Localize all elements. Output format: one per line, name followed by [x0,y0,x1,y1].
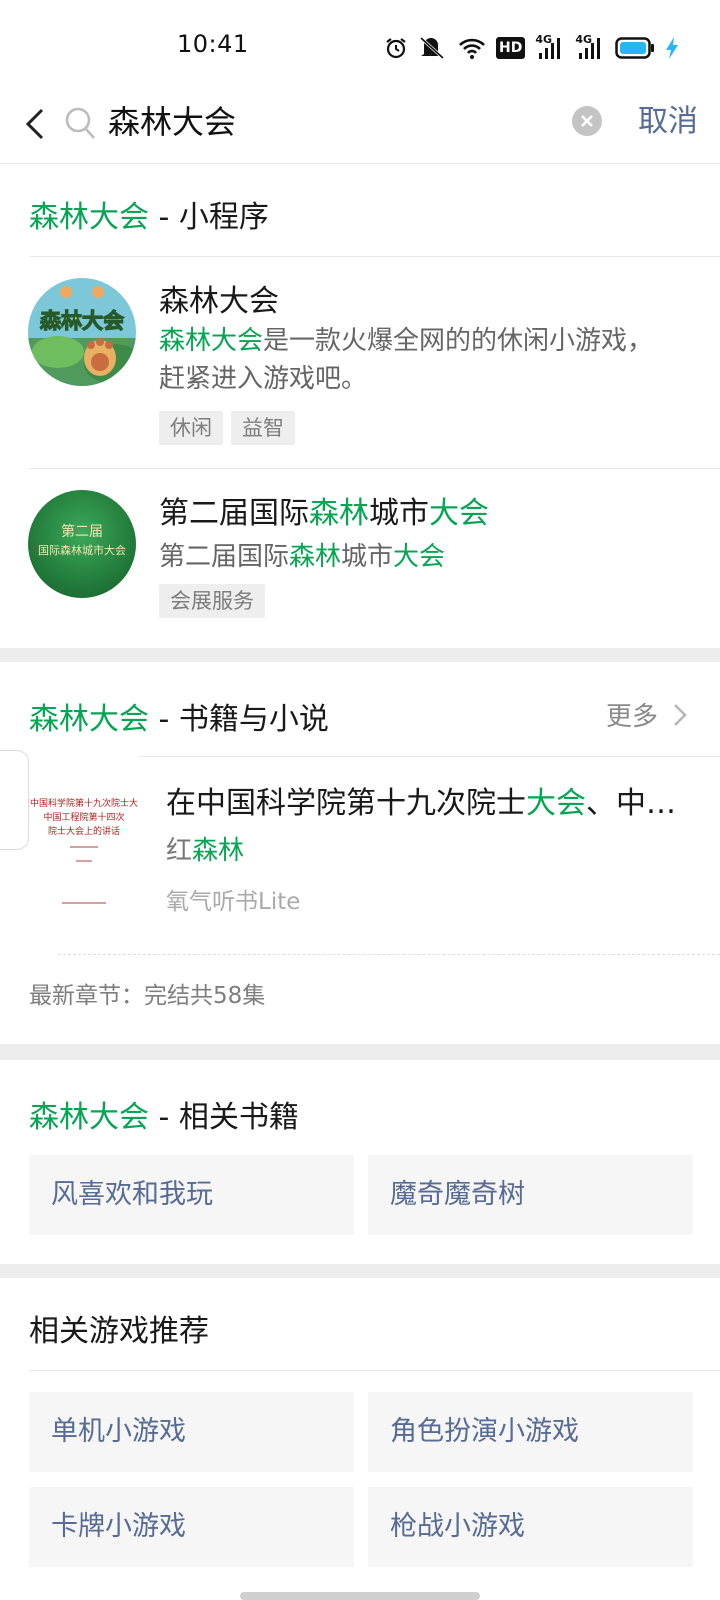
cancel-button[interactable]: 取消 [638,100,698,144]
mini-program-icon: 第二届 国际森林城市大会 [28,490,136,598]
home-indicator[interactable] [240,1592,480,1600]
wifi-icon [459,38,485,59]
tag: 益智 [231,411,295,445]
svg-text:在中国科学院第十九次院士大会: 在中国科学院第十九次院士大会 [21,797,138,809]
section-divider [0,1264,720,1278]
book-source: 氧气听书Lite [166,889,301,915]
more-link[interactable]: 更多 [606,696,658,733]
mute-icon [419,36,445,60]
signal-4g-icon: 4G [535,33,565,61]
books-section-title: 森林大会 - 书籍与小说 [29,702,329,737]
mini-program-desc: 第二届国际森林城市大会 [159,542,446,572]
related-game-button[interactable]: 单机小游戏 [29,1392,354,1472]
related-games-section-title: 相关游戏推荐 [29,1314,209,1349]
svg-text:国际森林城市大会: 国际森林城市大会 [38,543,126,557]
divider [29,468,720,469]
chevron-right-icon[interactable] [672,702,688,728]
mini-program-icon: 森林大会 [28,278,136,386]
status-time: 10:41 [177,30,249,58]
search-bar: 森林大会 取消 [0,96,720,164]
search-icon [65,107,95,139]
latest-chapter: 最新章节：完结共58集 [29,983,266,1009]
svg-text:中国工程院第十四次: 中国工程院第十四次 [43,811,124,823]
mini-program-name: 第二届国际森林城市大会 [159,496,489,531]
status-icons: HD 4G 4G [384,33,689,62]
book-title: 在中国科学院第十九次院士大会、中国工程院第十四次院士大会上的讲话 [166,786,686,821]
related-game-button[interactable]: 枪战小游戏 [368,1487,693,1567]
related-game-button[interactable]: 卡牌小游戏 [29,1487,354,1567]
related-books-section-title: 森林大会 - 相关书籍 [29,1100,299,1135]
mini-program-name: 森林大会 [159,284,279,319]
book-author: 红森林 [166,836,245,866]
search-input[interactable]: 森林大会 [108,100,236,144]
mini-program-desc: 森林大会是一款火爆全网的的休闲小游戏，赶紧进入游戏吧。 [159,326,654,394]
divider [0,163,720,164]
svg-text:第二届: 第二届 [61,523,103,540]
hd-icon: HD [496,37,526,59]
signal-4g-icon: 4G [575,33,605,61]
back-arrow-icon[interactable] [22,104,52,144]
mini-program-section-title: 森林大会 - 小程序 [29,200,269,235]
status-bar: 10:41 HD 4G 4G [0,0,720,96]
related-book-button[interactable]: 魔奇魔奇树 [368,1155,693,1235]
charging-icon [666,37,679,59]
divider [58,954,720,955]
svg-text:森林大会: 森林大会 [40,309,124,333]
clear-search-button[interactable] [572,106,602,136]
divider [29,256,720,257]
tag: 会展服务 [159,584,265,618]
alarm-icon [386,38,406,59]
divider [29,1370,720,1371]
related-book-button[interactable]: 风喜欢和我玩 [29,1155,354,1235]
related-game-button[interactable]: 角色扮演小游戏 [368,1392,693,1472]
section-divider [0,648,720,662]
section-divider [0,1044,720,1060]
battery-icon [615,37,655,59]
tag: 休闲 [159,411,223,445]
svg-text:院士大会上的讲话: 院士大会上的讲话 [48,825,120,837]
close-icon [581,115,593,127]
drag-handle[interactable] [0,750,29,850]
